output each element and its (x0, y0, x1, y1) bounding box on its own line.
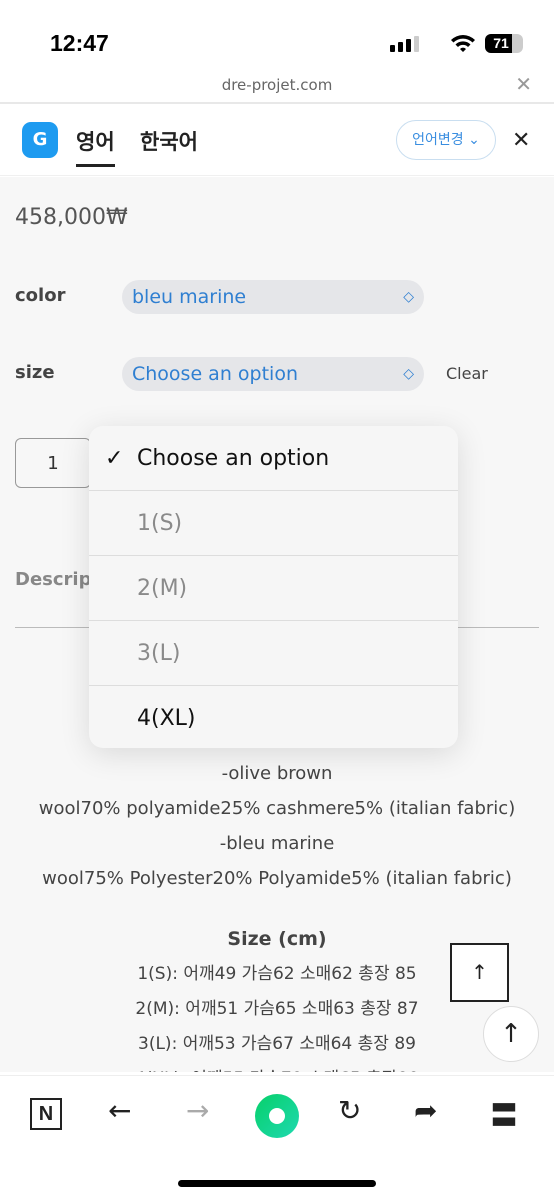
battery-icon: 71 (485, 34, 523, 53)
wifi-icon (451, 35, 475, 52)
tab-korean[interactable]: 한국어 (140, 126, 198, 156)
clear-link[interactable]: Clear (446, 364, 488, 383)
content-line: -olive brown (221, 763, 333, 784)
signal-icon (390, 36, 419, 52)
size-row: 4(XL): 어깨55 가슴70 소매65 총장90 (0, 1062, 554, 1072)
content-line: wool75% Polyester20% Polyamide5% (italia… (42, 868, 512, 889)
scroll-top-circle-button[interactable]: ↑ (483, 1006, 539, 1062)
chevron-updown-icon: ◇ (403, 366, 414, 382)
translate-logo-icon: G (22, 122, 58, 158)
option-xl[interactable]: 4(XL) (89, 686, 458, 748)
checkmark-icon: ✓ (105, 446, 124, 471)
green-home-icon[interactable] (255, 1094, 299, 1138)
forward-arrow-icon[interactable]: → (186, 1094, 209, 1127)
option-choose[interactable]: ✓ Choose an option (89, 426, 458, 491)
share-icon[interactable]: ➦ (414, 1094, 437, 1127)
translate-bar: G 영어 한국어 언어변경 ⌄ ✕ (0, 104, 554, 176)
size-row: 3(L): 어깨53 가슴67 소매64 총장 89 (138, 1034, 416, 1054)
color-select[interactable]: bleu marine ◇ (122, 280, 424, 314)
size-dropdown-menu: ✓ Choose an option 1(S) 2(M) 3(L) 4(XL) (89, 426, 458, 748)
size-label: size (15, 362, 55, 383)
url-display[interactable]: dre-projet.com (0, 76, 554, 94)
naver-n-icon[interactable]: N (30, 1098, 62, 1130)
close-translate-icon[interactable]: ✕ (512, 128, 530, 153)
quantity-input[interactable]: 1 (15, 438, 91, 488)
clock: 12:47 (50, 30, 109, 56)
price: 458,000₩ (15, 205, 128, 230)
chevron-updown-icon: ◇ (403, 289, 414, 305)
chevron-down-icon: ⌄ (468, 132, 480, 148)
tab-description[interactable]: Descrip (15, 569, 91, 590)
content-line: -bleu marine (219, 833, 335, 854)
scroll-top-square-button[interactable]: ↑ (450, 943, 509, 1002)
close-icon[interactable]: ✕ (515, 72, 532, 96)
reload-icon[interactable]: ↻ (338, 1094, 361, 1127)
content-line: wool70% polyamide25% cashmere5% (italian… (38, 798, 516, 819)
option-l[interactable]: 3(L) (89, 621, 458, 686)
color-label: color (15, 285, 66, 306)
size-select[interactable]: Choose an option ◇ (122, 357, 424, 391)
menu-icon[interactable]: 〓 (490, 1094, 518, 1134)
status-bar: 12:47 71 (0, 0, 554, 70)
tab-english[interactable]: 영어 (76, 126, 115, 167)
back-arrow-icon[interactable]: ← (108, 1094, 131, 1127)
option-m[interactable]: 2(M) (89, 556, 458, 621)
home-indicator (178, 1180, 376, 1187)
change-language-button[interactable]: 언어변경 ⌄ (396, 120, 496, 160)
option-s[interactable]: 1(S) (89, 491, 458, 556)
